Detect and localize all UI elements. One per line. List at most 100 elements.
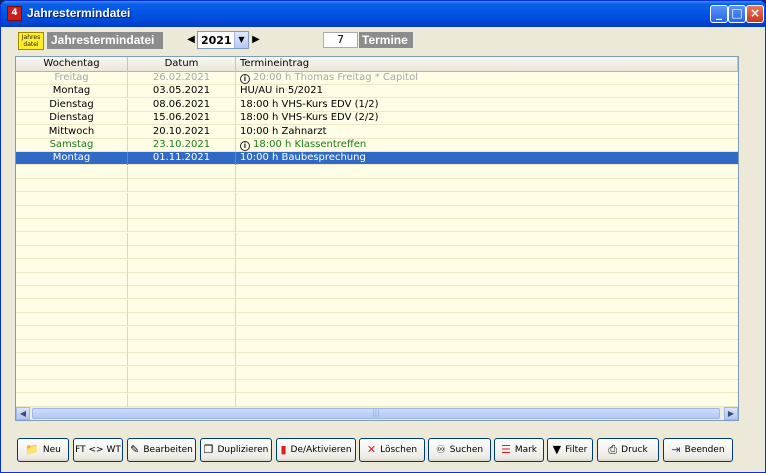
year-next-arrow-icon[interactable]: ▶	[252, 32, 260, 48]
entry-cell	[236, 273, 738, 286]
close-icon: ×	[749, 6, 761, 20]
info-icon[interactable]: i	[240, 141, 250, 151]
printer-icon: ⎙	[608, 443, 618, 456]
main-window: 4 Jahrestermindatei _ □ × Jahres datei J…	[0, 0, 766, 473]
table-row[interactable]	[16, 179, 738, 193]
table-row[interactable]	[16, 286, 738, 300]
horizontal-scrollbar[interactable]: ◀ ||| ▶	[16, 407, 738, 420]
button-duplizieren[interactable]: ❐ Duplizieren	[200, 438, 272, 462]
button-filter[interactable]: ▼ Filter	[547, 438, 593, 462]
year-select[interactable]: 2021 ▼	[197, 31, 249, 49]
table-row[interactable]	[16, 380, 738, 394]
table-row[interactable]: Mittwoch 20.10.2021 10:00 h Zahnarzt	[16, 125, 738, 139]
entry-cell: i 20:00 h Thomas Freitag * Capitol	[236, 72, 738, 85]
minimize-button[interactable]: _	[710, 5, 728, 23]
title-bar[interactable]: 4 Jahrestermindatei _ □ ×	[1, 1, 765, 27]
table-row[interactable]	[16, 273, 738, 286]
button-ft-wt[interactable]: FT <> WT	[73, 438, 123, 462]
binoculars-icon: ♾	[435, 443, 446, 456]
date-cell	[128, 366, 236, 380]
table-row[interactable]	[16, 366, 738, 380]
maximize-icon: □	[731, 6, 743, 20]
date-cell: 23.10.2021	[128, 139, 236, 152]
new-icon: 📁	[25, 443, 39, 456]
button-bearbeiten[interactable]: ✎ Bearbeiten	[127, 438, 196, 462]
date-cell	[128, 165, 236, 179]
date-cell	[128, 246, 236, 260]
maximize-button[interactable]: □	[728, 5, 746, 23]
table-row[interactable]	[16, 326, 738, 340]
table-row[interactable]: Montag 03.05.2021 HU/AU in 5/2021	[16, 85, 738, 99]
table-row[interactable]	[16, 353, 738, 367]
year-prev-arrow-icon[interactable]: ◀	[187, 32, 195, 48]
button-label: Suchen	[449, 445, 484, 455]
date-cell	[128, 353, 236, 367]
table-row[interactable]: Dienstag 08.06.2021 18:00 h VHS-Kurs EDV (…	[16, 98, 738, 112]
table-row[interactable]	[16, 192, 738, 206]
button-de-aktivieren[interactable]: ▮ De/Aktivieren	[276, 438, 356, 462]
button-löschen[interactable]: ✕ Löschen	[359, 438, 425, 462]
date-cell: 08.06.2021	[128, 98, 236, 112]
table-body: Freitag 26.02.2021 i 20:00 h Thomas Freitag…	[16, 72, 738, 407]
button-label: Filter	[565, 445, 588, 455]
date-cell	[128, 219, 236, 233]
close-button[interactable]: ×	[746, 5, 764, 23]
entry-cell: i 18:00 h Klassentreffen	[236, 139, 738, 152]
weekday-cell	[16, 206, 128, 219]
table-row[interactable]	[16, 340, 738, 353]
table-row[interactable]	[16, 393, 738, 407]
table-row[interactable]	[16, 259, 738, 273]
weekday-cell	[16, 273, 128, 286]
table-row[interactable]	[16, 165, 738, 179]
table-row[interactable]	[16, 313, 738, 327]
button-suchen[interactable]: ♾ Suchen	[428, 438, 491, 462]
column-header-entry[interactable]: Termineintrag	[236, 57, 738, 72]
entry-text: 20:00 h Thomas Freitag * Capitol	[253, 72, 418, 83]
date-cell	[128, 232, 236, 246]
entry-cell	[236, 394, 738, 407]
appointments-table[interactable]: Wochentag Datum Termineintrag Freitag 26.…	[15, 56, 739, 421]
entry-cell	[236, 367, 738, 380]
date-cell	[128, 273, 236, 286]
scroll-right-icon[interactable]: ▶	[724, 407, 738, 420]
weekday-cell	[16, 326, 128, 340]
column-header-weekday[interactable]: Wochentag	[16, 57, 128, 72]
entry-cell	[236, 353, 738, 366]
table-row[interactable]: Samstag 23.10.2021 i 18:00 h Klassentreffen	[16, 139, 738, 152]
entry-cell	[236, 233, 738, 246]
weekday-cell	[16, 313, 128, 327]
table-row[interactable]: Montag 01.11.2021 10:00 h Baubesprechung	[16, 152, 738, 166]
button-druck[interactable]: ⎙ Druck	[597, 438, 659, 462]
table-row[interactable]	[16, 206, 738, 219]
scroll-left-icon[interactable]: ◀	[16, 407, 30, 420]
table-row[interactable]	[16, 299, 738, 313]
button-neu[interactable]: 📁 Neu	[17, 438, 69, 462]
table-row[interactable]	[16, 246, 738, 260]
chevron-down-icon[interactable]: ▼	[234, 32, 248, 48]
weekday-cell	[16, 299, 128, 313]
entry-cell	[236, 340, 738, 353]
table-row[interactable]: Freitag 26.02.2021 i 20:00 h Thomas Freitag…	[16, 72, 738, 85]
entry-text: HU/AU in 5/2021	[240, 85, 324, 97]
entry-cell	[236, 260, 738, 273]
date-cell	[128, 299, 236, 313]
exit-icon: ⇥	[671, 443, 681, 456]
column-header-date[interactable]: Datum	[128, 57, 236, 72]
weekday-cell: Freitag	[16, 72, 128, 85]
date-cell	[128, 380, 236, 394]
weekday-cell: Samstag	[16, 139, 128, 152]
date-cell: 03.05.2021	[128, 85, 236, 99]
button-beenden[interactable]: ⇥ Beenden	[663, 438, 733, 462]
table-row[interactable]	[16, 219, 738, 233]
window-title: Jahrestermindatei	[27, 6, 131, 20]
scrollbar-thumb[interactable]: |||	[32, 408, 720, 419]
date-cell	[128, 206, 236, 219]
entry-text: 18:00 h Klassentreffen	[253, 139, 367, 150]
button-mark[interactable]: ☰ Mark	[494, 438, 544, 462]
info-icon[interactable]: i	[240, 74, 250, 84]
duplicate-icon: ❐	[203, 443, 214, 456]
weekday-cell: Montag	[16, 85, 128, 99]
minimize-icon: _	[716, 6, 722, 20]
table-row[interactable]	[16, 232, 738, 246]
table-row[interactable]: Dienstag 15.06.2021 18:00 h VHS-Kurs EDV (…	[16, 112, 738, 126]
